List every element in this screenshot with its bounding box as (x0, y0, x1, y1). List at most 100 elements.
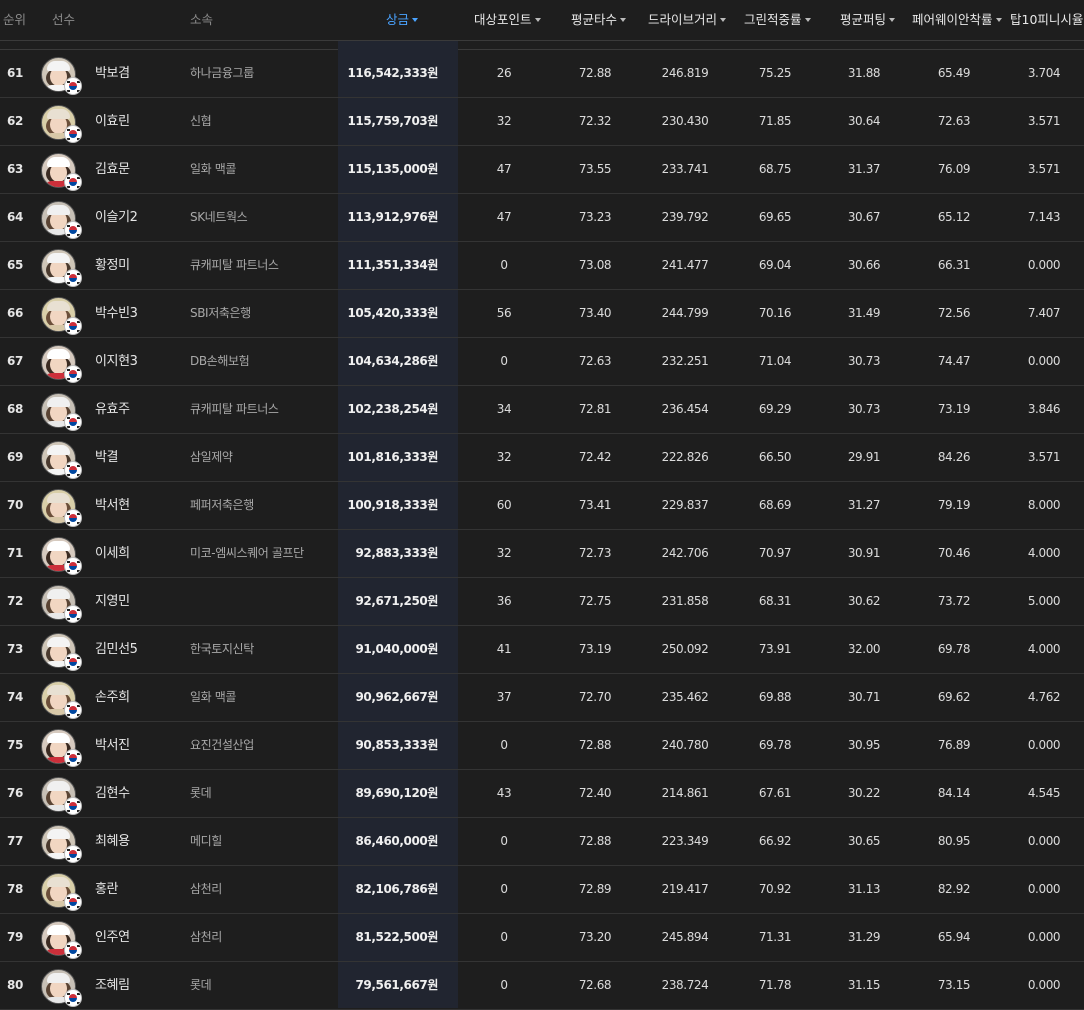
points-cell: 37 (496, 690, 512, 704)
table-row[interactable]: 63 김효문 일화 맥콜 115,135,000원 47 73.55 233.741 68.7… (0, 146, 1084, 194)
fairway-cell: 84.14 (937, 786, 971, 800)
gir-cell: 68.31 (758, 594, 792, 608)
fairway-cell: 76.09 (937, 162, 971, 176)
sort-avg-score-button[interactable]: 평균타수 (571, 0, 627, 40)
table-row[interactable]: 71 이세희 미코-엠씨스퀘어 골프단 92,883,333원 32 72.73 242.7… (0, 530, 1084, 578)
fairway-cell: 80.95 (937, 834, 971, 848)
table-row[interactable]: 78 홍란 삼천리 82,106,786원 0 72.89 219.417 70.92 31.1… (0, 866, 1084, 914)
drive-cell: 239.792 (661, 210, 709, 224)
header-points-label: 대상포인트 (474, 12, 532, 27)
player-name-link[interactable]: 박보겸 (95, 50, 130, 97)
header-avg-label: 평균타수 (571, 12, 618, 27)
sort-caret-icon (889, 17, 896, 22)
table-row[interactable]: 65 황정미 큐캐피탈 파트너스 111,351,334원 0 73.08 241.477 6… (0, 242, 1084, 290)
gir-cell: 71.78 (758, 978, 792, 992)
table-row[interactable]: 61 박보겸 하나금융그룹 116,542,333원 26 72.88 246.819 75.… (0, 50, 1084, 98)
sort-money-button[interactable]: 상금 (386, 0, 419, 40)
team-cell: 메디힐 (190, 834, 222, 848)
gir-cell: 68.75 (758, 162, 792, 176)
money-cell: 115,135,000원 (347, 162, 438, 176)
putting-cell: 30.71 (847, 690, 881, 704)
table-row[interactable]: 72 지영민 92,671,250원 36 72.75 231.858 68.31 30.62… (0, 578, 1084, 626)
player-name-link[interactable]: 최혜용 (95, 818, 130, 865)
top10-cell: 4.000 (1027, 642, 1061, 656)
table-row[interactable]: 68 유효주 큐캐피탈 파트너스 102,238,254원 34 72.81 236.454… (0, 386, 1084, 434)
top10-cell: 0.000 (1027, 738, 1061, 752)
player-name-link[interactable]: 손주희 (95, 674, 130, 721)
player-name-link[interactable]: 이슬기2 (95, 194, 138, 241)
table-row[interactable]: 73 김민선5 한국토지신탁 91,040,000원 41 73.19 250.092 73.… (0, 626, 1084, 674)
rank-cell: 66 (7, 306, 23, 320)
top10-cell: 0.000 (1027, 258, 1061, 272)
player-name-link[interactable]: 이지현3 (95, 338, 138, 385)
sort-points-button[interactable]: 대상포인트 (474, 0, 541, 40)
table-row[interactable]: 66 박수빈3 SBI저축은행 105,420,333원 56 73.40 244.799 7… (0, 290, 1084, 338)
table-row[interactable]: 80 조혜림 롯데 79,561,667원 0 72.68 238.724 71.78 31.1… (0, 962, 1084, 1010)
rank-cell: 73 (7, 642, 23, 656)
team-cell: 큐캐피탈 파트너스 (190, 402, 279, 416)
player-name-link[interactable]: 김현수 (95, 770, 130, 817)
team-cell: 하나금융그룹 (190, 66, 254, 80)
player-name-link[interactable]: 이세희 (95, 530, 130, 577)
player-name-link[interactable]: 지영민 (95, 578, 130, 625)
player-name-link[interactable]: 조혜림 (95, 962, 130, 1009)
table-row[interactable]: 67 이지현3 DB손해보험 104,634,286원 0 72.63 232.251 71.… (0, 338, 1084, 386)
player-name-link[interactable]: 홍란 (95, 866, 119, 913)
sort-putting-button[interactable]: 평균퍼팅 (840, 0, 896, 40)
table-row[interactable]: 75 박서진 요진건설산업 90,853,333원 0 72.88 240.780 69.78… (0, 722, 1084, 770)
team-cell: 큐캐피탈 파트너스 (190, 258, 279, 272)
drive-cell: 231.858 (661, 594, 709, 608)
gir-cell: 67.61 (758, 786, 792, 800)
player-name-link[interactable]: 김효문 (95, 146, 130, 193)
ranking-table: 순위 선수 소속 상금 대상포인트 평균타수 드라이브거리 그린적중률 평균퍼팅… (0, 0, 1084, 1010)
table-row[interactable]: 74 손주희 일화 맥콜 90,962,667원 37 72.70 235.462 69.88… (0, 674, 1084, 722)
korea-flag-icon (64, 173, 82, 191)
header-top10[interactable]: 탑10피니시율 (1010, 0, 1083, 40)
player-name-link[interactable]: 이효린 (95, 98, 130, 145)
table-row[interactable]: 62 이효린 신협 115,759,703원 32 72.32 230.430 71.85 30… (0, 98, 1084, 146)
player-name-link[interactable]: 박서현 (95, 482, 130, 529)
table-row[interactable]: 77 최혜용 메디힐 86,460,000원 0 72.88 223.349 66.92 30.… (0, 818, 1084, 866)
player-name-link[interactable]: 박서진 (95, 722, 130, 769)
points-cell: 36 (496, 594, 512, 608)
table-row[interactable]: 69 박결 삼일제약 101,816,333원 32 72.42 222.826 66.50 2… (0, 434, 1084, 482)
putting-cell: 30.64 (847, 114, 881, 128)
fairway-cell: 72.56 (937, 306, 971, 320)
money-cell: 82,106,786원 (355, 882, 438, 896)
putting-cell: 30.65 (847, 834, 881, 848)
korea-flag-icon (64, 461, 82, 479)
avg-score-cell: 72.40 (578, 786, 612, 800)
avg-score-cell: 72.70 (578, 690, 612, 704)
avg-score-cell: 73.41 (578, 498, 612, 512)
putting-cell: 32.00 (847, 642, 881, 656)
fairway-cell: 65.94 (937, 930, 971, 944)
money-cell: 115,759,703원 (347, 114, 438, 128)
avg-score-cell: 73.19 (578, 642, 612, 656)
player-name-link[interactable]: 박수빈3 (95, 290, 138, 337)
drive-cell: 242.706 (661, 546, 709, 560)
table-row[interactable]: 64 이슬기2 SK네트웍스 113,912,976원 47 73.23 239.792 69… (0, 194, 1084, 242)
player-name-link[interactable]: 인주연 (95, 914, 130, 961)
sort-drive-button[interactable]: 드라이브거리 (648, 0, 727, 40)
korea-flag-icon (64, 509, 82, 527)
player-name-link[interactable]: 김민선5 (95, 626, 138, 673)
header-money-label: 상금 (386, 12, 410, 27)
points-cell: 0 (500, 882, 508, 896)
top10-cell: 0.000 (1027, 354, 1061, 368)
fairway-cell: 73.15 (937, 978, 971, 992)
money-cell: 113,912,976원 (347, 210, 438, 224)
table-row[interactable]: 76 김현수 롯데 89,690,120원 43 72.40 214.861 67.61 30.… (0, 770, 1084, 818)
table-row[interactable]: 79 인주연 삼천리 81,522,500원 0 73.20 245.894 71.31 31.… (0, 914, 1084, 962)
table-row[interactable]: 70 박서현 페퍼저축은행 100,918,333원 60 73.41 229.837 68.… (0, 482, 1084, 530)
top10-cell: 3.571 (1027, 162, 1061, 176)
sort-caret-icon (995, 17, 1002, 22)
top10-cell: 3.571 (1027, 114, 1061, 128)
fairway-cell: 76.89 (937, 738, 971, 752)
sort-fairway-button[interactable]: 페어웨이안착률 (912, 0, 1002, 40)
player-name-link[interactable]: 황정미 (95, 242, 130, 289)
sort-gir-button[interactable]: 그린적중률 (744, 0, 811, 40)
points-cell: 56 (496, 306, 512, 320)
korea-flag-icon (64, 797, 82, 815)
player-name-link[interactable]: 박결 (95, 434, 119, 481)
player-name-link[interactable]: 유효주 (95, 386, 130, 433)
